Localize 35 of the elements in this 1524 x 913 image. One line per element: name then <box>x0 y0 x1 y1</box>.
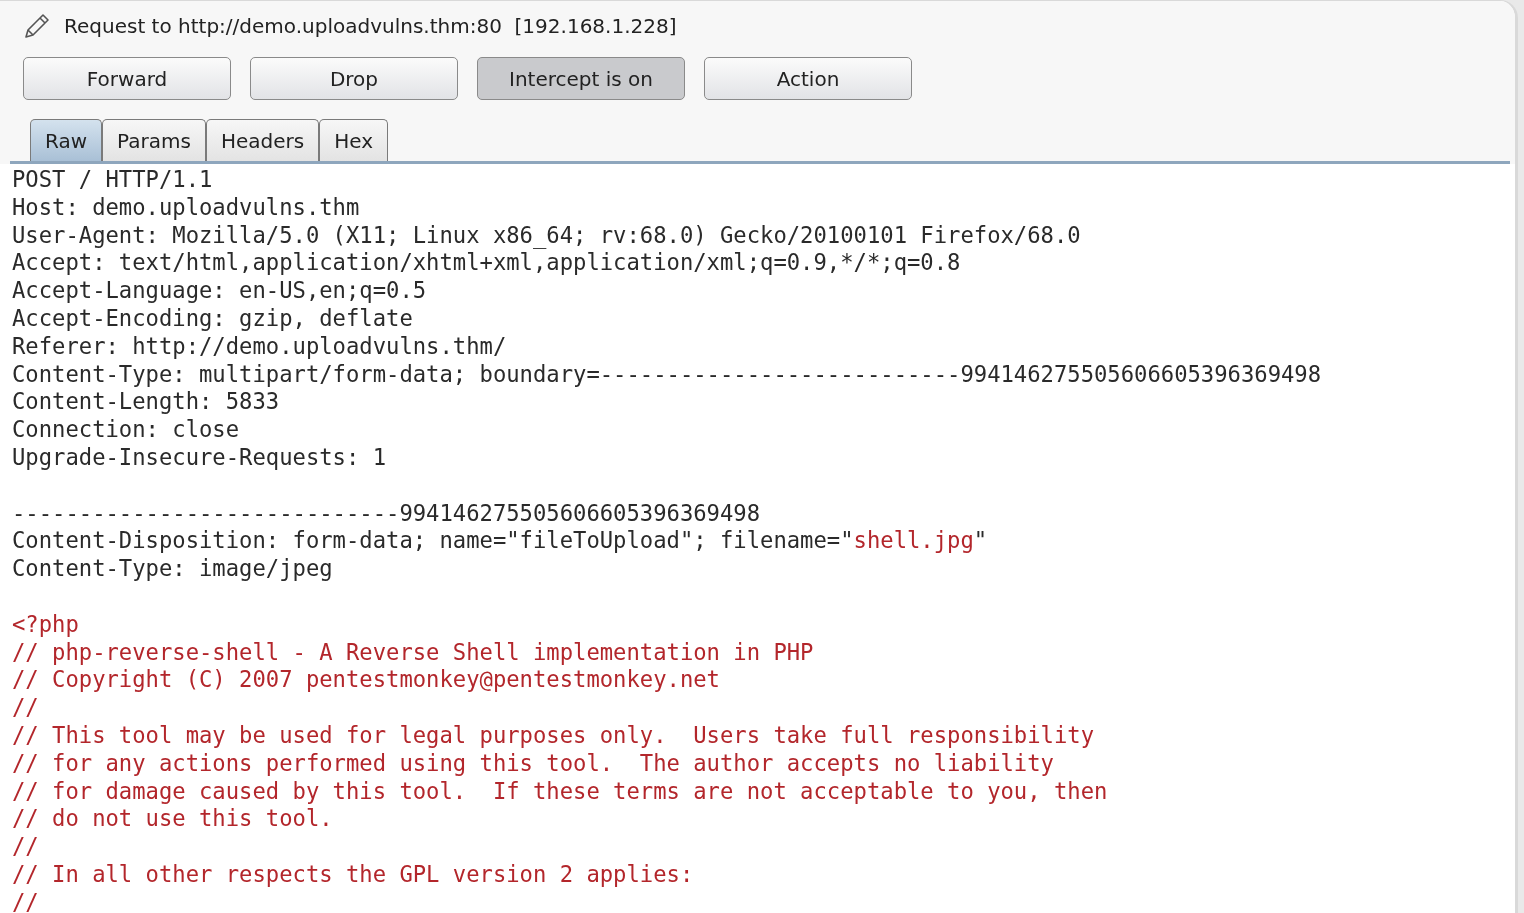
request-line: <?php <box>12 610 79 639</box>
tab[interactable]: Hex <box>319 119 388 161</box>
window-title: Request to http://demo.uploadvulns.thm:80 [192.168.1.228] <box>64 13 677 40</box>
request-line: // This tool may be used for legal purposes only. Users take full responsibility <box>12 721 1094 750</box>
request-line: User-Agent: Mozilla/5.0 (X11; Linux x86_64; rv:68.0) Gecko/20100101 Firefox/68.0 <box>12 221 1081 250</box>
request-line: Upgrade-Insecure-Requests: 1 <box>12 443 387 472</box>
toolbar-button[interactable]: Forward <box>23 57 231 100</box>
request-line: // Copyright (C) 2007 pentestmonkey@pentestmonkey.net <box>12 666 720 695</box>
request-line: POST / HTTP/1.1 <box>12 166 213 194</box>
request-line: // do not use this tool. <box>12 805 333 834</box>
request-line: Host: demo.uploadvulns.thm <box>12 193 360 222</box>
request-line: Referer: http://demo.uploadvulns.thm/ <box>12 332 507 361</box>
tab[interactable]: Headers <box>205 119 320 161</box>
request-line: Content-Type: image/jpeg <box>12 555 333 583</box>
request-line: Connection: close <box>12 416 240 444</box>
tab[interactable]: Raw <box>30 119 103 161</box>
request-line: -----------------------------994146275505606605396369498 <box>12 499 761 528</box>
request-line: // php-reverse-shell - A Reverse Shell implementation in PHP <box>12 638 814 667</box>
toolbar-button[interactable]: Drop <box>250 57 458 100</box>
tab[interactable]: Params <box>102 119 206 161</box>
request-line: // for any actions performed using this tool. The author accepts no liability <box>12 749 1054 778</box>
request-line: Content-Type: multipart/form-data; boundary=---------------------------994146275505606605396369498 <box>12 360 1322 389</box>
request-line: Content-Length: 5833 <box>12 388 280 417</box>
request-line: // <box>12 694 39 722</box>
request-line: // <box>12 888 39 913</box>
request-line: Accept-Language: en-US,en;q=0.5 <box>12 277 427 305</box>
request-line: Accept: text/html,application/xhtml+xml,application/xml;q=0.9,*/*;q=0.8 <box>12 249 961 278</box>
toolbar-button[interactable]: Intercept is on <box>477 57 685 100</box>
request-line: // <box>12 833 39 861</box>
request-line: Accept-Encoding: gzip, deflate <box>12 305 413 333</box>
request-line: // In all other respects the GPL version 2 applies: <box>12 860 694 889</box>
request-line: // for damage caused by this tool. If these terms are not acceptable to you, then <box>12 777 1108 806</box>
request-line: Content-Disposition: form-data; name="fileToUpload"; filename="shell.jpg" <box>12 527 988 556</box>
toolbar-button[interactable]: Action <box>704 57 912 100</box>
pencil-icon <box>22 11 52 41</box>
